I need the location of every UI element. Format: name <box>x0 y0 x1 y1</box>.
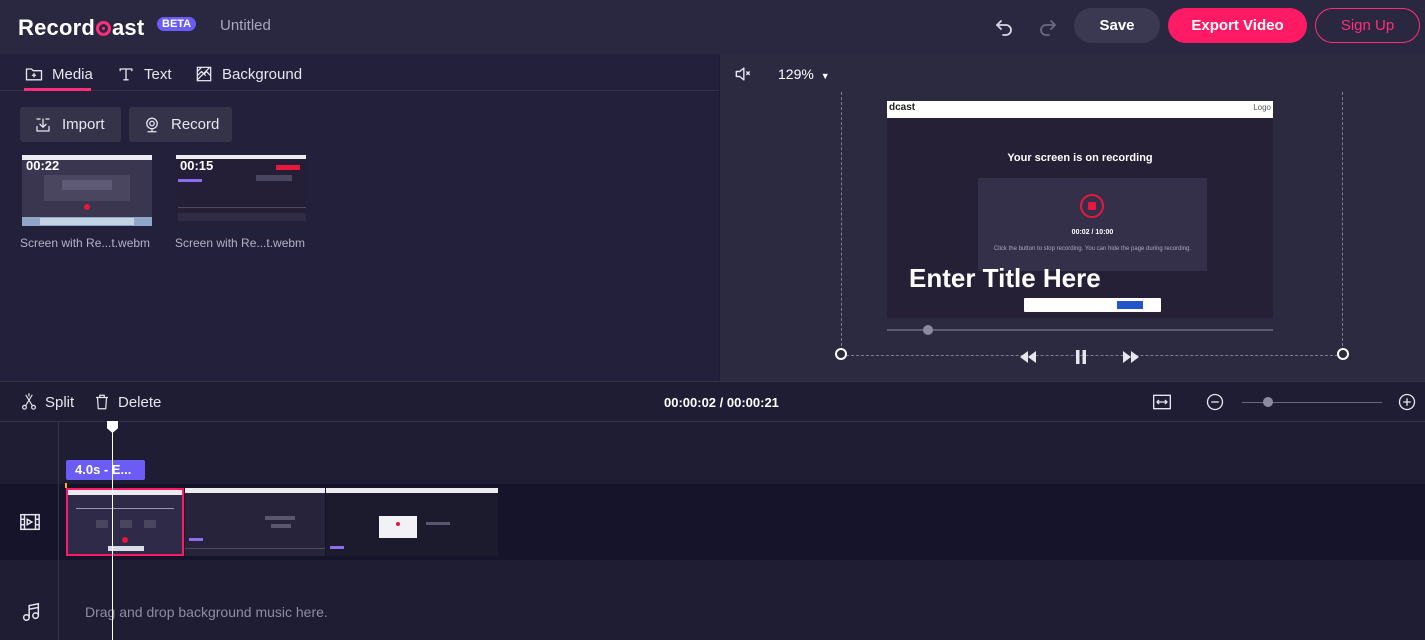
frame-nav-right: Logo <box>1253 103 1271 112</box>
media-duration: 00:22 <box>26 158 60 173</box>
fit-to-width-icon[interactable] <box>1152 392 1172 412</box>
media-folder-icon <box>25 68 43 81</box>
video-clip[interactable] <box>326 488 498 556</box>
music-note-icon <box>22 602 40 621</box>
frame-share-notice <box>1024 298 1161 312</box>
video-clip[interactable] <box>185 488 325 556</box>
import-label: Import <box>62 116 105 133</box>
preview-zoom-dropdown[interactable]: 129% ▼ <box>778 66 830 82</box>
text-icon <box>119 68 133 81</box>
document-title[interactable]: Untitled <box>220 17 271 34</box>
recordcast-logo[interactable]: Record ast <box>18 15 144 41</box>
tab-text-label: Text <box>144 65 172 83</box>
preview-scrub-knob[interactable] <box>923 325 933 335</box>
media-filename: Screen with Re...t.webm <box>175 236 306 250</box>
fast-forward-icon[interactable] <box>1122 350 1140 364</box>
chevron-down-icon: ▼ <box>820 71 830 81</box>
redo-icon[interactable] <box>1036 14 1060 38</box>
panel-tabs: Media Text Background <box>0 54 719 91</box>
media-filename: Screen with Re...t.webm <box>20 236 151 250</box>
resize-handle-bottom-left[interactable] <box>835 348 847 360</box>
undo-icon[interactable] <box>992 14 1016 38</box>
volume-icon[interactable] <box>733 64 753 84</box>
import-icon <box>36 117 50 132</box>
preview-scrub-track[interactable] <box>887 329 1273 331</box>
tab-background[interactable]: Background <box>194 64 302 84</box>
tab-background-label: Background <box>222 65 303 83</box>
logo-text-left: Record <box>18 15 95 40</box>
music-drop-hint: Drag and drop background music here. <box>85 604 328 620</box>
frame-recording-card: 00:02 / 10:00 Click the button to stop r… <box>978 178 1207 271</box>
import-button[interactable]: Import <box>20 107 121 142</box>
overlay-title-text[interactable]: Enter Title Here <box>909 263 1101 294</box>
delete-button[interactable]: Delete <box>93 393 161 411</box>
media-thumbnail[interactable]: 00:22 <box>22 155 152 226</box>
frame-hint: Click the button to stop recording. You … <box>993 246 1192 252</box>
playback-time: 00:00:02 / 00:00:21 <box>664 395 779 410</box>
tab-media-label: Media <box>52 65 93 83</box>
clip-thumbnail <box>185 488 325 556</box>
video-clip[interactable] <box>66 488 184 556</box>
frame-heading: Your screen is on recording <box>1007 152 1153 164</box>
record-label: Record <box>171 116 220 133</box>
record-button[interactable]: Record <box>129 107 232 142</box>
preview-panel: 129% ▼ dcast Logo Your screen is on reco… <box>720 54 1425 381</box>
zoom-out-icon[interactable] <box>1205 392 1225 412</box>
scissors-icon <box>22 393 36 410</box>
active-tab-indicator <box>24 88 91 91</box>
tab-text[interactable]: Text <box>116 64 172 84</box>
frame-timer: 00:02 / 10:00 <box>1071 229 1114 236</box>
split-button[interactable]: Split <box>20 393 74 411</box>
frame-notice-button <box>1117 301 1143 309</box>
resize-handle-bottom-right[interactable] <box>1337 348 1349 360</box>
webcam-icon <box>146 117 158 132</box>
logo-record-dot-icon <box>96 21 111 36</box>
frame-browser-bar <box>887 101 1273 118</box>
export-video-button[interactable]: Export Video <box>1168 8 1307 43</box>
playhead-line[interactable] <box>112 428 113 640</box>
pause-icon[interactable] <box>1072 350 1090 364</box>
tab-media[interactable]: Media <box>24 64 93 84</box>
save-button[interactable]: Save <box>1074 8 1160 43</box>
stop-recording-icon <box>1080 194 1104 218</box>
clip-thumbnail <box>326 488 498 556</box>
delete-label: Delete <box>118 393 162 411</box>
timeline-toolbar: Split Delete 00:00:02 / 00:00:21 <box>0 381 1425 422</box>
media-duration: 00:15 <box>180 158 214 173</box>
film-strip-icon <box>20 513 40 531</box>
clip-thumbnail <box>68 490 182 554</box>
background-icon <box>196 66 212 82</box>
media-panel: Media Text Background Import Record 00:2… <box>0 54 719 381</box>
trash-icon <box>96 394 108 410</box>
media-thumbnail[interactable]: 00:15 <box>176 155 306 226</box>
zoom-value: 129% <box>778 66 814 82</box>
timeline-zoom-knob[interactable] <box>1263 397 1273 407</box>
top-header: Record ast BETA Untitled Save Export Vide… <box>0 0 1425 54</box>
sign-up-button[interactable]: Sign Up <box>1315 8 1420 43</box>
zoom-in-icon[interactable] <box>1397 392 1417 412</box>
split-label: Split <box>45 393 75 411</box>
text-clip[interactable]: 4.0s - E... <box>66 460 145 480</box>
logo-text-right: ast <box>112 15 145 40</box>
rewind-icon[interactable] <box>1019 350 1037 364</box>
beta-badge: BETA <box>157 17 197 31</box>
frame-logo: dcast <box>889 102 916 113</box>
